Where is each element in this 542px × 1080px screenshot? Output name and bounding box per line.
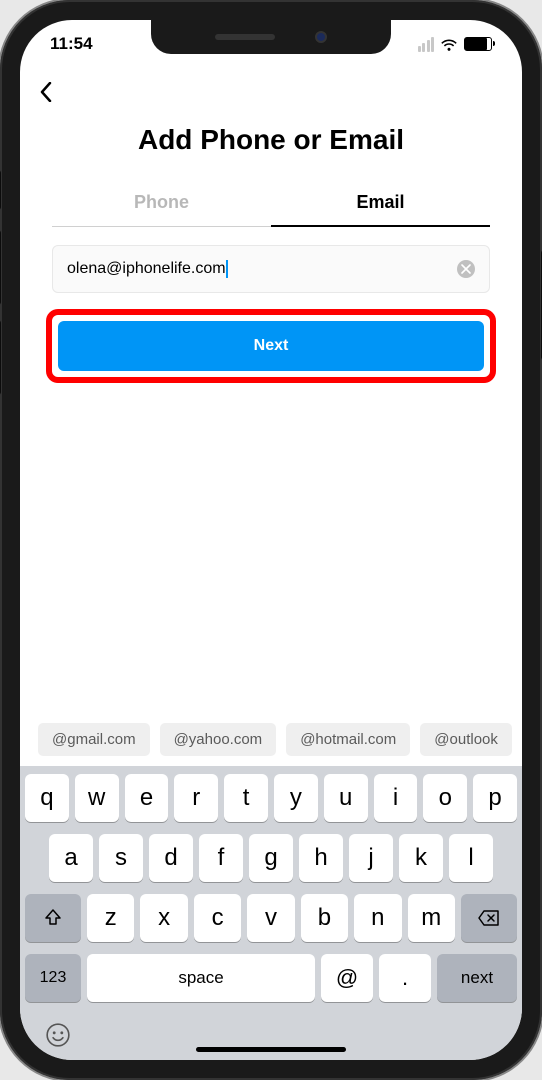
key-w[interactable]: w [75,774,119,822]
key-n[interactable]: n [354,894,401,942]
suggestion-chip[interactable]: @gmail.com [38,723,150,756]
keyboard: q w e r t y u i o p a s d f g h j k l [20,766,522,1060]
volume-down-button [0,320,1,395]
key-e[interactable]: e [125,774,169,822]
mute-switch [0,170,1,210]
cellular-signal-icon [418,37,435,52]
key-u[interactable]: u [324,774,368,822]
speaker [215,34,275,40]
email-suggestions-bar: @gmail.com @yahoo.com @hotmail.com @outl… [20,723,522,766]
key-t[interactable]: t [224,774,268,822]
next-button-highlight: Next [46,309,496,383]
notch [151,20,391,54]
page-title: Add Phone or Email [20,124,522,156]
key-h[interactable]: h [299,834,343,882]
space-key[interactable]: space [87,954,315,1002]
key-m[interactable]: m [408,894,455,942]
keyboard-row-4: 123 space @ . next [25,954,517,1002]
key-f[interactable]: f [199,834,243,882]
email-input-wrap[interactable]: olena@iphonelife.com [52,245,490,293]
key-v[interactable]: v [247,894,294,942]
key-c[interactable]: c [194,894,241,942]
next-button[interactable]: Next [58,321,484,371]
volume-up-button [0,230,1,305]
key-p[interactable]: p [473,774,517,822]
clear-input-icon[interactable] [457,260,475,278]
key-j[interactable]: j [349,834,393,882]
key-b[interactable]: b [301,894,348,942]
key-s[interactable]: s [99,834,143,882]
suggestion-chip[interactable]: @outlook [420,723,512,756]
key-i[interactable]: i [374,774,418,822]
key-z[interactable]: z [87,894,134,942]
at-key[interactable]: @ [321,954,373,1002]
nav-bar [20,68,522,116]
phone-frame: 11:54 Add Phone or Email Phone Email ol e [0,0,542,1080]
key-d[interactable]: d [149,834,193,882]
key-o[interactable]: o [423,774,467,822]
key-k[interactable]: k [399,834,443,882]
key-x[interactable]: x [140,894,187,942]
key-q[interactable]: q [25,774,69,822]
keyboard-row-3: z x c v b n m [25,894,517,942]
shift-key[interactable] [25,894,81,942]
wifi-icon [440,37,458,51]
keyboard-next-key[interactable]: next [437,954,517,1002]
home-indicator[interactable] [196,1047,346,1052]
back-chevron-icon[interactable] [36,82,56,102]
key-y[interactable]: y [274,774,318,822]
email-value: olena@iphonelife.com [67,260,228,278]
battery-icon [464,37,492,51]
front-camera [315,31,327,43]
screen: 11:54 Add Phone or Email Phone Email ol e [20,20,522,1060]
numbers-key[interactable]: 123 [25,954,81,1002]
key-r[interactable]: r [174,774,218,822]
key-g[interactable]: g [249,834,293,882]
keyboard-bottom-row [25,1014,517,1050]
suggestion-chip[interactable]: @yahoo.com [160,723,277,756]
suggestion-chip[interactable]: @hotmail.com [286,723,410,756]
keyboard-row-2: a s d f g h j k l [25,834,517,882]
key-a[interactable]: a [49,834,93,882]
dot-key[interactable]: . [379,954,431,1002]
tab-email[interactable]: Email [271,180,490,227]
backspace-key[interactable] [461,894,517,942]
tab-phone[interactable]: Phone [52,180,271,226]
tabs: Phone Email [52,180,490,227]
emoji-icon[interactable] [43,1020,73,1050]
key-l[interactable]: l [449,834,493,882]
text-cursor [226,260,228,278]
status-time: 11:54 [50,34,93,54]
keyboard-row-1: q w e r t y u i o p [25,774,517,822]
